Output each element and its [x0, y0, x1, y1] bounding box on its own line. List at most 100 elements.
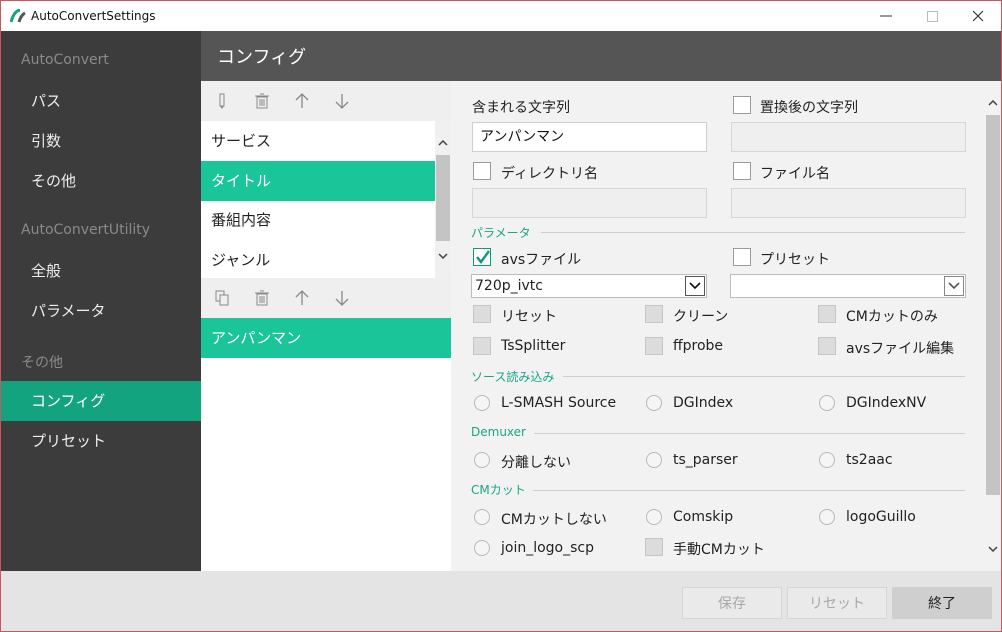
- cm-only-checkbox[interactable]: [818, 305, 836, 323]
- sidebar-item-general[interactable]: 全般: [1, 251, 201, 291]
- app-window: AutoConvertSettings AutoConvert パス 引数 その…: [0, 0, 1002, 632]
- lower-toolbar: [201, 278, 451, 318]
- tssplitter-checkbox[interactable]: [473, 337, 491, 355]
- page-title: コンフィグ: [217, 47, 307, 68]
- sidebar-item-other[interactable]: その他: [1, 161, 201, 201]
- replace-input[interactable]: [731, 122, 966, 152]
- avs-select[interactable]: 720p_ivtc: [471, 274, 707, 298]
- params-section-title: パラメータ: [471, 226, 531, 240]
- upper-toolbar: [201, 81, 451, 121]
- source-section-title: ソース読み込み: [471, 370, 555, 384]
- filename-input[interactable]: [731, 188, 966, 218]
- chevron-down-icon[interactable]: [944, 276, 964, 296]
- pane-scroll-thumb[interactable]: [986, 115, 1000, 495]
- config-detail-pane: 含まれる文字列 置換後の文字列 アンパンマン ディレクトリ名 ファイル名 パラメ…: [451, 81, 1001, 571]
- trash-icon[interactable]: [252, 288, 272, 308]
- scroll-up-icon[interactable]: [985, 95, 1001, 111]
- section-divider: [534, 433, 965, 434]
- close-button[interactable]: 終了: [892, 587, 992, 619]
- filename-checkbox[interactable]: [733, 162, 751, 180]
- clean-checkbox[interactable]: [645, 305, 663, 323]
- avs-edit-checkbox[interactable]: [818, 337, 836, 355]
- sidebar-item-config[interactable]: コンフィグ: [1, 381, 201, 421]
- scroll-down-icon[interactable]: [435, 248, 451, 264]
- dirname-checkbox[interactable]: [473, 162, 491, 180]
- list-scroll-thumb[interactable]: [436, 155, 450, 241]
- avs-edit-label: avsファイル編集: [846, 341, 955, 357]
- preset-label: プリセット: [760, 252, 830, 268]
- manual-cm-checkbox[interactable]: [645, 538, 663, 556]
- cm-none-label: CMカットしない: [501, 512, 607, 528]
- arrow-up-icon[interactable]: [292, 288, 312, 308]
- source-lsmash-label: L-SMASH Source: [501, 395, 617, 411]
- section-divider: [563, 376, 965, 377]
- sidebar-header-misc: その他: [21, 355, 63, 371]
- avs-label: avsファイル: [501, 252, 582, 268]
- reset-label: リセット: [501, 309, 557, 325]
- edit-icon[interactable]: [212, 91, 232, 111]
- tssplitter-label: TsSplitter: [501, 338, 566, 354]
- cm-joinlogo-radio[interactable]: [474, 540, 490, 556]
- scroll-up-icon[interactable]: [435, 135, 451, 151]
- copy-icon[interactable]: [212, 288, 232, 308]
- chevron-down-icon[interactable]: [685, 276, 705, 296]
- app-logo-icon: [10, 9, 26, 23]
- clean-label: クリーン: [673, 309, 729, 325]
- contains-input[interactable]: アンパンマン: [472, 122, 707, 152]
- list-scrollbar[interactable]: [435, 121, 451, 278]
- source-lsmash-radio[interactable]: [474, 395, 490, 411]
- arrow-down-icon[interactable]: [332, 91, 352, 111]
- list-item-program[interactable]: 番組内容: [201, 200, 435, 240]
- source-dgindexnv-radio[interactable]: [819, 395, 835, 411]
- list-item-genre[interactable]: ジャンル: [201, 240, 435, 278]
- save-button[interactable]: 保存: [682, 587, 782, 619]
- preset-checkbox[interactable]: [733, 248, 751, 266]
- cm-none-radio[interactable]: [474, 509, 490, 525]
- list-item-anpanman[interactable]: アンパンマン: [201, 318, 451, 358]
- maximize-icon[interactable]: [909, 1, 955, 31]
- filename-label: ファイル名: [760, 166, 830, 182]
- demux-section-title: Demuxer: [471, 425, 526, 439]
- sidebar-item-preset[interactable]: プリセット: [1, 421, 201, 461]
- preset-select[interactable]: [730, 274, 966, 298]
- source-dgindex-label: DGIndex: [673, 395, 734, 411]
- sidebar-header-utility: AutoConvertUtility: [21, 222, 151, 238]
- demux-ts2aac-label: ts2aac: [846, 452, 893, 468]
- sidebar-item-path[interactable]: パス: [1, 81, 201, 121]
- reset-button[interactable]: リセット: [787, 587, 887, 619]
- cm-joinlogo-label: join_logo_scp: [501, 540, 595, 556]
- list-item-service[interactable]: サービス: [201, 121, 435, 161]
- page-header: コンフィグ: [201, 31, 1001, 81]
- cm-logoguillo-radio[interactable]: [819, 509, 835, 525]
- condition-type-list: サービス タイトル 番組内容 ジャンル: [201, 121, 451, 278]
- demux-none-radio[interactable]: [474, 452, 490, 468]
- section-divider: [541, 232, 965, 233]
- trash-icon[interactable]: [252, 91, 272, 111]
- arrow-up-icon[interactable]: [292, 91, 312, 111]
- pane-scrollbar[interactable]: [985, 81, 1001, 571]
- dirname-input[interactable]: [472, 188, 707, 218]
- demux-tsparser-label: ts_parser: [673, 452, 738, 468]
- demux-ts2aac-radio[interactable]: [819, 452, 835, 468]
- reset-checkbox[interactable]: [473, 305, 491, 323]
- list-item-title[interactable]: タイトル: [201, 161, 435, 201]
- cm-comskip-radio[interactable]: [646, 509, 662, 525]
- sidebar: AutoConvert パス 引数 その他 AutoConvertUtility…: [1, 31, 201, 571]
- arrow-down-icon[interactable]: [332, 288, 352, 308]
- replace-checkbox[interactable]: [733, 96, 751, 114]
- avs-checkbox[interactable]: [473, 248, 491, 266]
- close-icon[interactable]: [955, 1, 1001, 31]
- cm-logoguillo-label: logoGuillo: [846, 509, 916, 525]
- dirname-label: ディレクトリ名: [501, 166, 599, 182]
- avs-select-value: 720p_ivtc: [475, 278, 543, 294]
- sidebar-item-params[interactable]: パラメータ: [1, 291, 201, 331]
- sidebar-header-autoconvert: AutoConvert: [21, 52, 109, 68]
- replace-label: 置換後の文字列: [760, 100, 858, 116]
- ffprobe-checkbox[interactable]: [645, 337, 663, 355]
- sidebar-item-args[interactable]: 引数: [1, 121, 201, 161]
- source-dgindex-radio[interactable]: [646, 395, 662, 411]
- scroll-down-icon[interactable]: [985, 541, 1001, 557]
- minimize-icon[interactable]: [863, 1, 909, 31]
- section-divider: [533, 490, 965, 491]
- demux-tsparser-radio[interactable]: [646, 452, 662, 468]
